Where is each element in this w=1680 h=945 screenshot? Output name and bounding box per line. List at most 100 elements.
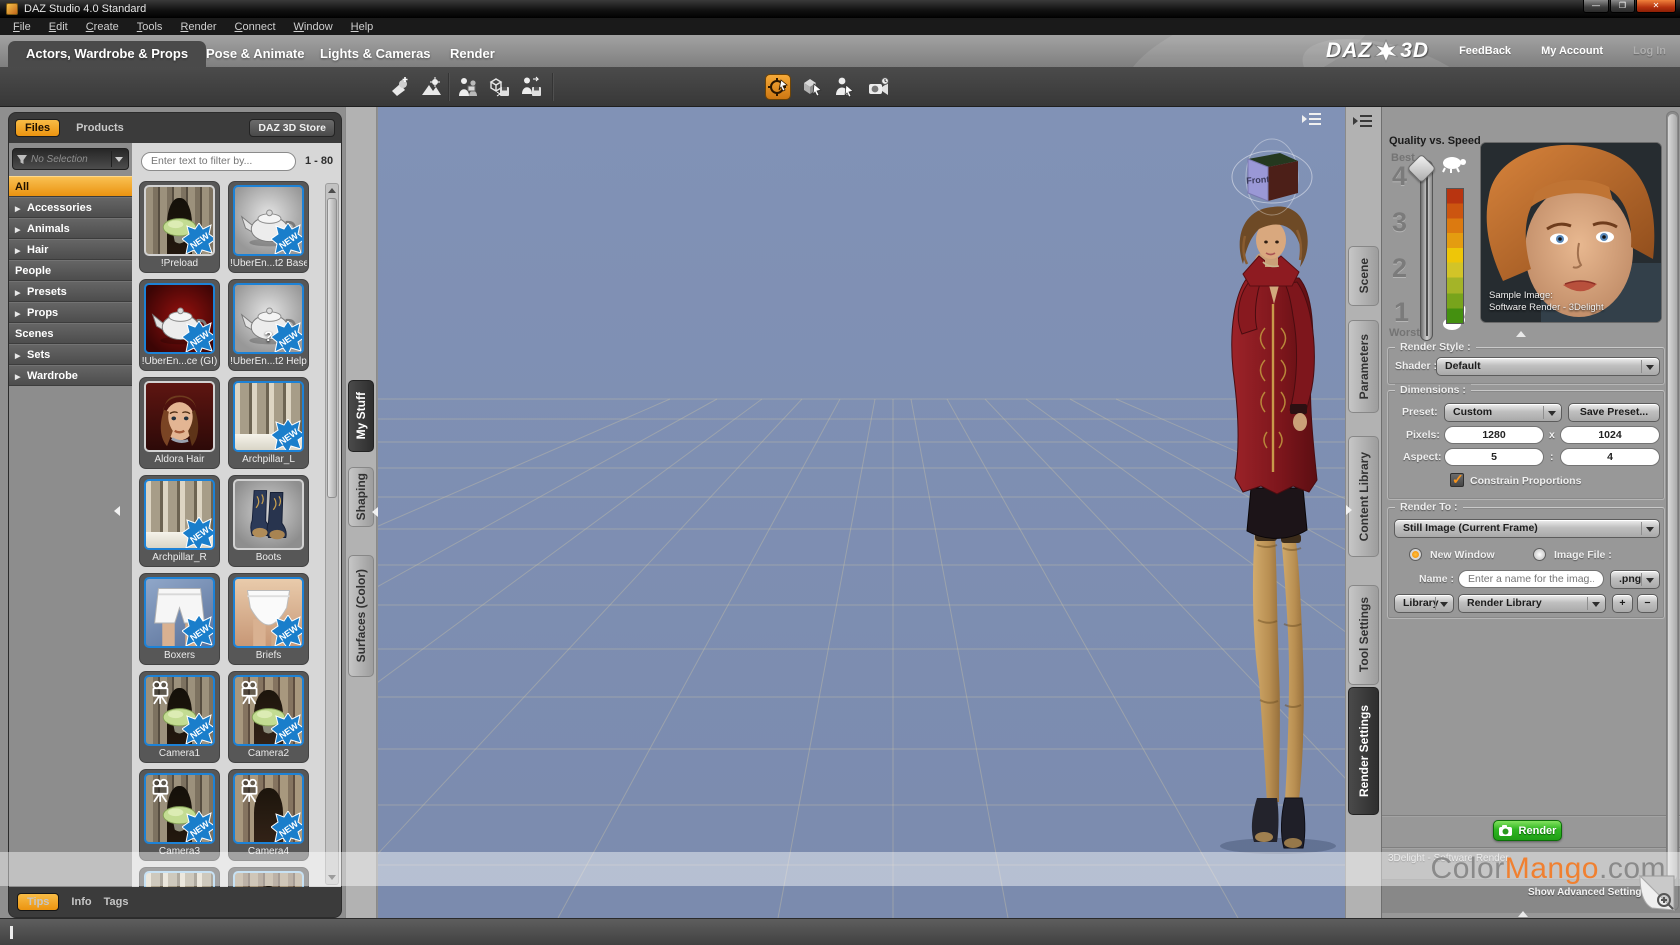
surface-selection-tool[interactable] xyxy=(799,74,825,100)
save-preset-button[interactable]: Save Preset... xyxy=(1568,403,1660,422)
thumbnail-item[interactable]: NEW !UberEn...t2 Base xyxy=(228,181,309,273)
daz-3d-store-button[interactable]: DAZ 3D Store xyxy=(249,119,335,137)
dock-tab[interactable]: My Stuff xyxy=(348,380,374,452)
thumbnail-item[interactable]: NEW Archpillar_L xyxy=(228,377,309,469)
universal-manipulator-tool[interactable] xyxy=(765,74,791,100)
category-item[interactable]: Accessories xyxy=(9,197,132,218)
thumbnail-item[interactable]: NEW !UberEn...ce (GI) xyxy=(139,279,220,371)
menu-item[interactable]: Create xyxy=(77,20,128,34)
thumbnail-item[interactable]: NEW Aldora Hair xyxy=(139,377,220,469)
collapse-handle-icon[interactable] xyxy=(372,507,378,517)
constrain-proportions-checkbox[interactable] xyxy=(1450,471,1464,488)
thumbnail-item[interactable]: NEW !Preload xyxy=(139,181,220,273)
add-library-button[interactable]: + xyxy=(1612,594,1633,613)
my-account-link[interactable]: My Account xyxy=(1541,45,1603,57)
save-character-button[interactable] xyxy=(519,74,545,100)
panel-scrollbar[interactable] xyxy=(1666,111,1679,911)
bottom-tab[interactable]: Info xyxy=(71,896,91,908)
menu-item[interactable]: Edit xyxy=(40,20,77,34)
quality-slider[interactable] xyxy=(1420,160,1433,341)
activity-tab[interactable]: Render xyxy=(432,41,513,67)
render-name-input[interactable] xyxy=(1458,570,1604,588)
close-button[interactable] xyxy=(1636,0,1676,13)
category-item[interactable]: Animals xyxy=(9,218,132,239)
thumbnail-item[interactable]: NEW Archpillar_R xyxy=(139,475,220,567)
menu-item[interactable]: Tools xyxy=(128,20,172,34)
feedback-link[interactable]: FeedBack xyxy=(1459,45,1511,57)
category-item[interactable]: Scenes xyxy=(9,323,132,344)
figure-setup-button[interactable] xyxy=(455,74,481,100)
tab-products[interactable]: Products xyxy=(70,120,130,136)
render-to-dropdown[interactable]: Still Image (Current Frame) xyxy=(1394,519,1660,538)
new-window-radio[interactable] xyxy=(1409,548,1422,561)
menu-item[interactable]: Help xyxy=(342,20,383,34)
render-button[interactable]: Render xyxy=(1493,820,1562,841)
pane-menu-icon[interactable] xyxy=(1352,113,1374,129)
dock-tab[interactable]: Surfaces (Color) xyxy=(348,555,374,677)
category-item[interactable]: People xyxy=(9,260,132,281)
pixels-width-input[interactable] xyxy=(1444,426,1544,444)
activity-tab[interactable]: Lights & Cameras xyxy=(302,41,449,67)
dock-tab[interactable]: Tool Settings xyxy=(1348,585,1379,685)
thumbnail-item[interactable]: NEW Boxers xyxy=(139,573,220,665)
dock-tab[interactable]: Shaping xyxy=(348,467,374,527)
category-item[interactable]: Presets xyxy=(9,281,132,302)
pane-menu-icon[interactable] xyxy=(1301,111,1323,127)
image-file-radio[interactable] xyxy=(1533,548,1546,561)
category-item[interactable]: Props xyxy=(9,302,132,323)
thumbnail-item[interactable]: NEW Camera2 xyxy=(228,671,309,763)
category-item[interactable]: Wardrobe xyxy=(9,365,132,386)
show-advanced-settings-link[interactable]: Show Advanced Settings xyxy=(1528,887,1647,898)
selection-filter-dropdown[interactable]: No Selection xyxy=(12,148,129,170)
bottom-tab[interactable]: Tips xyxy=(17,893,60,911)
shader-dropdown[interactable]: Default xyxy=(1436,357,1660,376)
dock-tab[interactable]: Render Settings xyxy=(1348,687,1379,815)
scroll-up-icon[interactable] xyxy=(326,184,338,197)
preset-dropdown[interactable]: Custom xyxy=(1444,403,1562,422)
log-in-link[interactable]: Log In xyxy=(1633,45,1666,57)
collapse-handle-icon[interactable] xyxy=(1346,505,1352,515)
category-item[interactable]: Sets xyxy=(9,344,132,365)
category-item[interactable]: Hair xyxy=(9,239,132,260)
scrollbar-thumb[interactable] xyxy=(327,198,337,498)
titlebar[interactable]: DAZ Studio 4.0 Standard xyxy=(0,0,1680,18)
dock-tab[interactable]: Parameters xyxy=(1348,320,1379,413)
activity-tab[interactable]: Actors, Wardrobe & Props xyxy=(8,41,207,67)
node-selection-tool[interactable] xyxy=(831,74,857,100)
collapse-handle-icon[interactable] xyxy=(114,506,120,516)
menu-item[interactable]: Window xyxy=(285,20,342,34)
character-figure[interactable] xyxy=(1173,200,1345,860)
render-camera-button[interactable] xyxy=(866,74,892,100)
collapse-section-icon[interactable] xyxy=(1516,326,1526,337)
dock-tab[interactable]: Scene xyxy=(1348,246,1379,306)
file-extension-dropdown[interactable]: .png xyxy=(1610,570,1660,589)
new-spotlight-button[interactable] xyxy=(386,74,412,100)
category-item[interactable]: All xyxy=(9,176,132,197)
menu-item[interactable]: Render xyxy=(171,20,225,34)
thumbnail-item[interactable]: NEW Camera4 xyxy=(228,769,309,861)
thumbnail-item[interactable]: NEW Camera3 xyxy=(139,769,220,861)
menu-item[interactable]: File xyxy=(4,20,40,34)
library-dropdown[interactable]: Library xyxy=(1394,594,1454,613)
render-library-dropdown[interactable]: Render Library xyxy=(1458,594,1606,613)
thumbnail-item[interactable]: NEW Briefs xyxy=(228,573,309,665)
dock-tab[interactable]: Content Library xyxy=(1348,436,1379,557)
menu-item[interactable]: Connect xyxy=(226,20,285,34)
filter-text-input[interactable] xyxy=(141,151,296,171)
collapse-section-icon[interactable] xyxy=(1518,906,1528,917)
aspect-width-input[interactable] xyxy=(1444,448,1544,466)
thumbnail-item[interactable]: ? NEW !UberEn...t2 Help xyxy=(228,279,309,371)
new-environment-button[interactable] xyxy=(418,74,444,100)
aspect-height-input[interactable] xyxy=(1560,448,1660,466)
thumbnail-item[interactable]: NEW Boots xyxy=(228,475,309,567)
3d-viewport[interactable]: Front xyxy=(378,107,1345,918)
view-cube[interactable]: Front xyxy=(1228,137,1316,217)
remove-library-button[interactable]: − xyxy=(1637,594,1658,613)
maximize-button[interactable] xyxy=(1610,0,1635,13)
tab-files[interactable]: Files xyxy=(15,119,61,137)
bottom-tab[interactable]: Tags xyxy=(104,896,129,908)
save-scene-button[interactable] xyxy=(487,74,513,100)
minimize-button[interactable] xyxy=(1583,0,1609,13)
thumbnail-scrollbar[interactable] xyxy=(325,183,339,885)
thumbnail-item[interactable]: NEW Camera1 xyxy=(139,671,220,763)
